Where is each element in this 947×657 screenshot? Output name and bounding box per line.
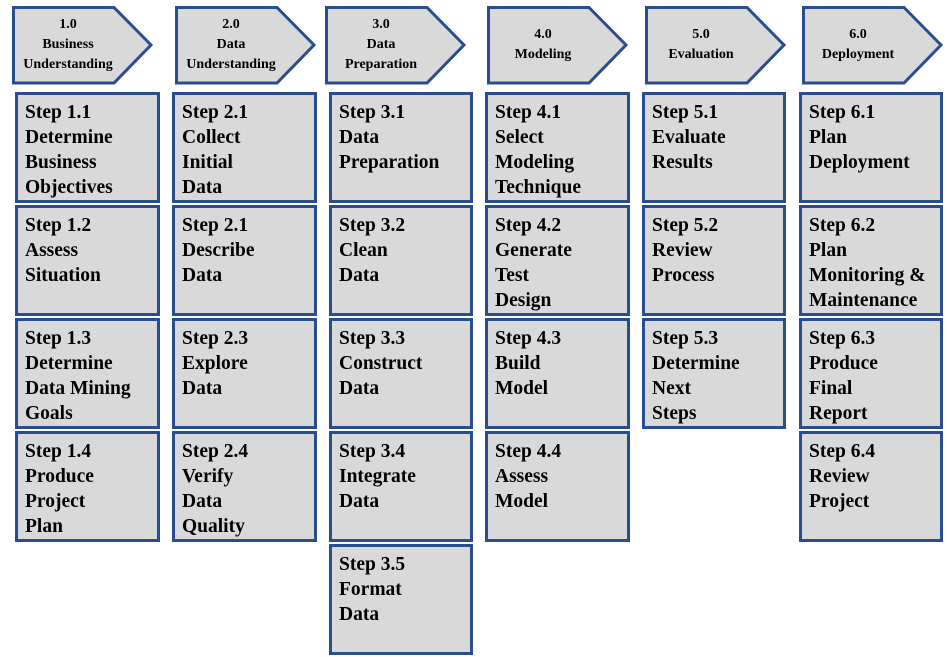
step-list: Step 5.1 Evaluate Results Step 5.2 Review… <box>642 92 786 431</box>
phase-name: Deployment <box>821 47 895 62</box>
step-box: Step 3.3 Construct Data <box>329 318 473 429</box>
step-box: Step 5.3 Determine Next Steps <box>642 318 786 429</box>
phase-title: 2.0 Data Understanding <box>175 6 287 84</box>
step-box: Step 2.1 Describe Data <box>172 205 317 316</box>
step-box: Step 6.1 Plan Deployment <box>799 92 943 203</box>
phase-name: Data Understanding <box>186 37 276 72</box>
step-list: Step 2.1 Collect Initial Data Step 2.1 De… <box>172 92 317 544</box>
step-box: Step 2.4 Verify Data Quality <box>172 431 317 542</box>
phase-title: 4.0 Modeling <box>487 6 599 84</box>
phase-name: Data Preparation <box>344 37 418 72</box>
phase-name: Business Understanding <box>23 37 113 72</box>
phase-title: 6.0 Deployment <box>802 6 914 84</box>
phase-title: 1.0 Business Understanding <box>12 6 124 84</box>
phase-name: Modeling <box>514 47 572 62</box>
phase-header-arrow: 2.0 Data Understanding <box>175 6 317 85</box>
phase-number: 4.0 <box>534 27 552 42</box>
step-box: Step 3.4 Integrate Data <box>329 431 473 542</box>
phase-title: 3.0 Data Preparation <box>325 6 437 84</box>
step-box: Step 4.3 Build Model <box>485 318 630 429</box>
phase-title: 5.0 Evaluation <box>645 6 757 84</box>
phase-number: 5.0 <box>692 27 710 42</box>
step-box: Step 3.5 Format Data <box>329 544 473 655</box>
step-box: Step 5.1 Evaluate Results <box>642 92 786 203</box>
step-box: Step 2.1 Collect Initial Data <box>172 92 317 203</box>
phase-header-arrow: 5.0 Evaluation <box>645 6 787 85</box>
step-list: Step 6.1 Plan Deployment Step 6.2 Plan Mo… <box>799 92 943 544</box>
phase-header-arrow: 1.0 Business Understanding <box>12 6 154 85</box>
step-box: Step 1.4 Produce Project Plan <box>15 431 160 542</box>
phase-number: 3.0 <box>372 17 390 32</box>
phase-name: Evaluation <box>668 47 734 62</box>
phase-number: 1.0 <box>59 17 77 32</box>
phase-header-arrow: 3.0 Data Preparation <box>325 6 467 85</box>
step-box: Step 3.1 Data Preparation <box>329 92 473 203</box>
step-box: Step 1.3 Determine Data Mining Goals <box>15 318 160 429</box>
phase-header-arrow: 6.0 Deployment <box>802 6 944 85</box>
step-box: Step 3.2 Clean Data <box>329 205 473 316</box>
step-box: Step 4.2 Generate Test Design <box>485 205 630 316</box>
step-box: Step 4.1 Select Modeling Technique <box>485 92 630 203</box>
step-box: Step 4.4 Assess Model <box>485 431 630 542</box>
step-box: Step 5.2 Review Process <box>642 205 786 316</box>
step-box: Step 6.4 Review Project <box>799 431 943 542</box>
step-box: Step 1.1 Determine Business Objectives <box>15 92 160 203</box>
step-list: Step 3.1 Data Preparation Step 3.2 Clean … <box>329 92 473 657</box>
step-list: Step 4.1 Select Modeling Technique Step 4… <box>485 92 630 544</box>
phase-number: 2.0 <box>222 17 240 32</box>
phase-number: 6.0 <box>849 27 867 42</box>
step-box: Step 2.3 Explore Data <box>172 318 317 429</box>
step-box: Step 6.3 Produce Final Report <box>799 318 943 429</box>
step-list: Step 1.1 Determine Business Objectives St… <box>15 92 160 544</box>
phase-header-arrow: 4.0 Modeling <box>487 6 629 85</box>
step-box: Step 1.2 Assess Situation <box>15 205 160 316</box>
step-box: Step 6.2 Plan Monitoring & Maintenance <box>799 205 943 316</box>
